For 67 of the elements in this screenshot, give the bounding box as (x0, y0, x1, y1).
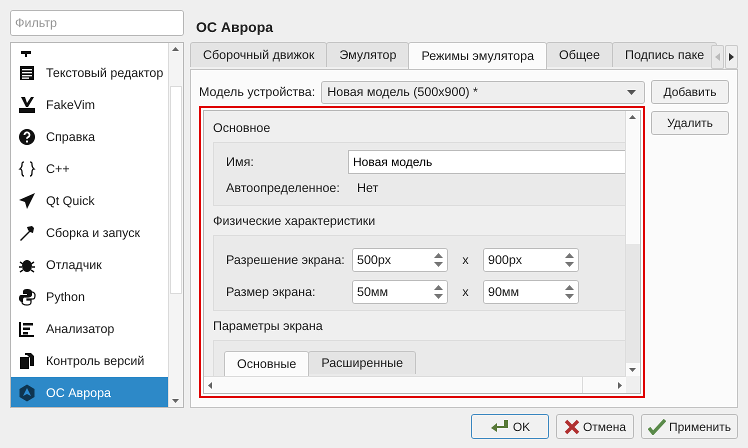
spin-box[interactable]: 500px (352, 248, 448, 272)
cross-icon (564, 418, 580, 434)
spin-arrows-icon (434, 283, 443, 302)
tab[interactable]: Режимы эмулятора (408, 42, 548, 69)
side-button[interactable]: Удалить (651, 111, 729, 135)
tab[interactable]: Основные (224, 351, 310, 376)
scrollbar[interactable] (168, 43, 183, 407)
hexagon-icon (18, 384, 36, 402)
scrollbar[interactable] (625, 111, 640, 376)
sidebar-item[interactable]: FakeVim (11, 89, 168, 121)
dialog-button[interactable]: OK (470, 414, 549, 439)
checkmark-icon (648, 418, 666, 434)
model-label: Модель устройства: (199, 85, 316, 99)
spin-arrows-icon (565, 283, 574, 302)
spin-box[interactable]: 50мм (352, 280, 448, 304)
scroll-right-button[interactable] (725, 45, 738, 69)
spin-box[interactable]: 900px (483, 248, 579, 272)
field-label: Разрешение экрана: (226, 253, 346, 268)
sidebar-item[interactable]: Отладчик (11, 249, 168, 281)
tab[interactable]: Подпись паке (612, 42, 718, 67)
right-arrow-icon (729, 53, 734, 61)
dialog-button[interactable]: Отмена (556, 414, 634, 439)
paper-plane-icon (18, 192, 36, 210)
sidebar-item[interactable]: Справка (11, 121, 168, 153)
section-title: Основное (213, 121, 272, 137)
sidebar-item[interactable]: Python (11, 281, 168, 313)
sidebar-item[interactable]: ОС Аврора (11, 377, 168, 407)
tab[interactable]: Эмулятор (326, 42, 410, 67)
sidebar-item[interactable]: Сборка и запуск (11, 217, 168, 249)
filter-field[interactable]: Фильтр (10, 10, 184, 36)
tab[interactable]: Сборочный движок (190, 42, 328, 67)
sidebar-item[interactable]: Qt Quick (11, 185, 168, 217)
hammer-icon (18, 224, 36, 242)
times-sign: x (461, 285, 470, 300)
field-value: Нет (357, 180, 378, 195)
dialog-button[interactable]: Применить (640, 414, 738, 439)
section-title: Параметры экрана (213, 319, 324, 336)
tab[interactable]: Общее (546, 42, 613, 67)
caret-icon (627, 90, 636, 94)
name-field[interactable]: Новая модель (348, 150, 625, 174)
sidebar-item[interactable]: Анализатор (11, 313, 168, 345)
left-arrow-icon (715, 53, 720, 61)
section-title: Физические характеристики (213, 214, 376, 230)
spin-box[interactable]: 90мм (483, 280, 579, 304)
side-button[interactable]: Добавить (651, 80, 729, 104)
tab[interactable]: Расширенные (308, 351, 416, 374)
horizontal-scrollbar[interactable] (204, 376, 626, 393)
spin-arrows-icon (434, 251, 443, 270)
documents-icon (18, 352, 36, 370)
sidebar-item[interactable]: Текстовый редактор (11, 57, 168, 89)
field-label: Автоопределенное: (226, 180, 341, 195)
field-label: Имя: (226, 154, 255, 169)
field-label: Размер экрана: (226, 285, 317, 300)
page-title: ОС Аврора (195, 18, 274, 37)
chart-icon (18, 320, 36, 338)
enter-arrow-icon (490, 418, 510, 434)
fakevim-icon (18, 96, 36, 114)
help-icon (18, 128, 36, 146)
model-dropdown[interactable]: Новая модель (500x900) * (321, 80, 645, 104)
sidebar-item[interactable]: Контроль версий (11, 345, 168, 377)
spin-arrows-icon (565, 251, 574, 270)
python-icon (18, 288, 36, 306)
document-icon (18, 64, 36, 82)
sidebar-item[interactable]: C++ (11, 153, 168, 185)
times-sign: x (461, 253, 470, 268)
braces-icon (18, 160, 36, 178)
monitor-icon (19, 51, 33, 57)
